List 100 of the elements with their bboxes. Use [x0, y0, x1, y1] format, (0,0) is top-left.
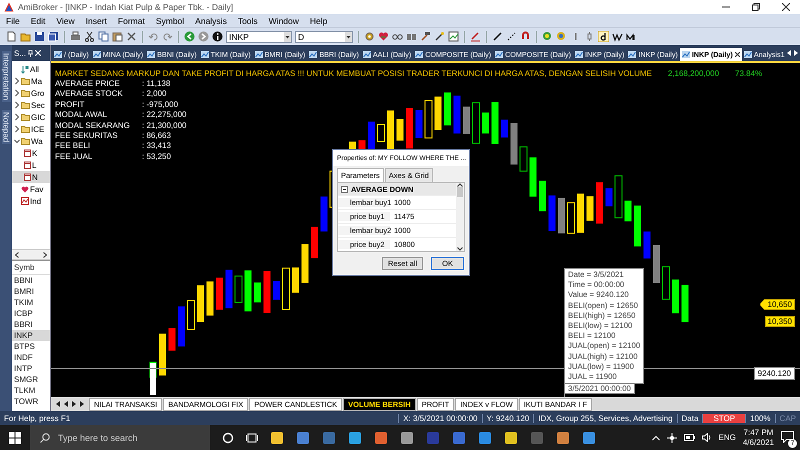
symbol-combo[interactable]: INKP: [226, 30, 292, 42]
scroll-thumb[interactable]: [457, 187, 463, 197]
undo-icon[interactable]: [148, 31, 159, 42]
scroll-right-icon[interactable]: [43, 252, 47, 258]
scroll-left-icon[interactable]: [786, 50, 791, 56]
app-icon[interactable]: [400, 430, 414, 444]
copy-icon[interactable]: [98, 31, 109, 42]
interval-combo[interactable]: D: [295, 30, 353, 42]
app-icon[interactable]: [582, 430, 596, 444]
tree-item[interactable]: Ind: [12, 195, 50, 207]
clock[interactable]: 7:47 PM 4/6/2021: [742, 428, 774, 448]
cut-icon[interactable]: [84, 31, 95, 42]
menu-item[interactable]: Window: [268, 16, 299, 26]
expand-icon[interactable]: [14, 137, 20, 145]
chart-icon[interactable]: [448, 31, 459, 42]
line-icon[interactable]: [492, 31, 503, 42]
tree-item[interactable]: L: [12, 159, 50, 171]
monthly-icon[interactable]: [626, 31, 637, 42]
app-icon[interactable]: [504, 430, 518, 444]
tree-item[interactable]: Fav: [12, 183, 50, 195]
side-tab[interactable]: Notepad: [2, 110, 10, 144]
pin-icon[interactable]: [28, 50, 34, 56]
new-file-icon[interactable]: [6, 31, 17, 42]
hammer-icon[interactable]: [420, 31, 431, 42]
task-view-icon[interactable]: [246, 432, 258, 444]
menu-item[interactable]: Insert: [86, 16, 107, 26]
info-icon[interactable]: [212, 31, 223, 42]
app-icon[interactable]: [348, 430, 362, 444]
menu-item[interactable]: View: [56, 16, 75, 26]
scroll-left-icon[interactable]: [15, 252, 19, 258]
menu-item[interactable]: File: [6, 16, 20, 26]
list-item[interactable]: TKIM: [12, 297, 50, 308]
menu-item[interactable]: Edit: [30, 16, 46, 26]
list-item[interactable]: TLKM: [12, 385, 50, 396]
magnet-icon[interactable]: [520, 31, 531, 42]
expand-icon[interactable]: [14, 113, 20, 121]
weekly-icon[interactable]: [612, 31, 623, 42]
app-icon[interactable]: [556, 430, 570, 444]
list-item[interactable]: BBNI: [12, 275, 50, 286]
menu-item[interactable]: Help: [310, 16, 328, 26]
tree-item[interactable]: All: [12, 63, 50, 75]
battery-icon[interactable]: [684, 434, 695, 441]
app-icon[interactable]: [270, 430, 284, 444]
list-item[interactable]: BMRI: [12, 286, 50, 297]
zoom-in-icon[interactable]: [542, 31, 553, 42]
search-field[interactable]: Type here to search: [30, 425, 210, 450]
list-item[interactable]: INTP: [12, 363, 50, 374]
close-icon[interactable]: [734, 52, 740, 57]
list-item[interactable]: BTPS: [12, 341, 50, 352]
dotted-line-icon[interactable]: [506, 31, 517, 42]
heart-icon[interactable]: [378, 31, 389, 42]
list-item[interactable]: TOWR: [12, 396, 50, 407]
list-item[interactable]: INDF: [12, 352, 50, 363]
list-item[interactable]: SMGR: [12, 374, 50, 385]
column-header[interactable]: Symb: [12, 261, 50, 275]
list-item[interactable]: ICBP: [12, 308, 50, 319]
scroll-up-icon[interactable]: [457, 183, 463, 187]
save-all-icon[interactable]: [48, 31, 59, 42]
paste-icon[interactable]: [112, 31, 123, 42]
menu-item[interactable]: Tools: [238, 16, 258, 26]
tree-item[interactable]: Sec: [12, 99, 50, 111]
pen-icon[interactable]: [470, 31, 481, 42]
speaker-icon[interactable]: [702, 433, 712, 442]
expand-icon[interactable]: [14, 77, 20, 85]
collapse-icon[interactable]: [341, 186, 348, 192]
side-tab[interactable]: Interpretation: [2, 51, 10, 102]
expand-icon[interactable]: [14, 125, 20, 133]
list-item[interactable]: BBRI: [12, 319, 50, 330]
circle-icon[interactable]: [222, 432, 234, 444]
zoom-out-icon[interactable]: [556, 31, 567, 42]
gear-icon[interactable]: [364, 31, 375, 42]
menu-item[interactable]: Analysis: [195, 16, 227, 26]
list-item[interactable]: INKP: [12, 330, 50, 341]
expand-icon[interactable]: [14, 101, 20, 109]
back-icon[interactable]: [184, 31, 195, 42]
windows-logo-icon[interactable]: [9, 432, 21, 444]
expand-icon[interactable]: [14, 89, 20, 97]
delete-icon[interactable]: [126, 31, 137, 42]
scroll-right-icon[interactable]: [794, 50, 798, 56]
restore-icon[interactable]: [752, 3, 760, 11]
save-icon[interactable]: [34, 31, 45, 42]
tree-item[interactable]: Wa: [12, 135, 50, 147]
tree-item[interactable]: Gro: [12, 87, 50, 99]
close-icon[interactable]: [782, 3, 790, 11]
chevron-up-icon[interactable]: [652, 434, 660, 440]
app-icon[interactable]: [296, 430, 310, 444]
app-icon[interactable]: [374, 430, 388, 444]
wand-icon[interactable]: [434, 31, 445, 42]
tree-item[interactable]: N: [12, 171, 50, 183]
app-icon[interactable]: [478, 430, 492, 444]
print-icon[interactable]: [70, 31, 81, 42]
daily-icon[interactable]: [598, 31, 609, 42]
menu-item[interactable]: Symbol: [156, 16, 184, 26]
tree-item[interactable]: Ma: [12, 75, 50, 87]
notification-icon[interactable]: [781, 430, 794, 442]
redo-icon[interactable]: [162, 31, 173, 42]
tree-item[interactable]: K: [12, 147, 50, 159]
tree-item[interactable]: ICE: [12, 123, 50, 135]
scroll-down-icon[interactable]: [457, 247, 463, 251]
menu-item[interactable]: Format: [118, 16, 145, 26]
